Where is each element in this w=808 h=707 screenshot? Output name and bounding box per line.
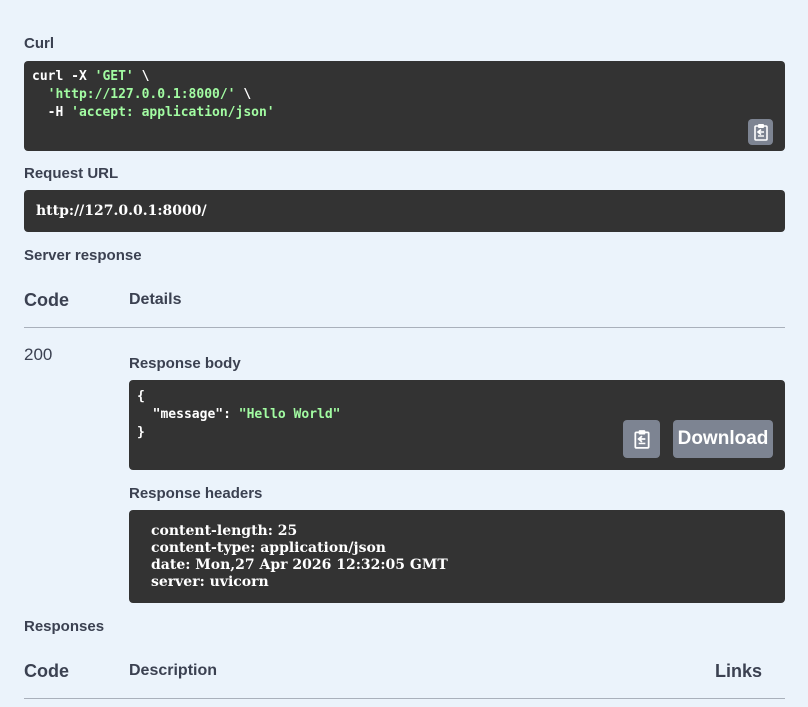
server-code-header: Code (24, 290, 69, 310)
description-header: Description (129, 662, 218, 679)
clipboard-icon (633, 430, 650, 449)
curl-line-2: 'http://127.0.0.1:8000/' \ (47, 87, 252, 102)
response-body-copy-button[interactable] (623, 420, 660, 458)
swagger-response-panel: Curl curl -X 'GET' \ 'http://127.0.0.1:8… (0, 0, 808, 707)
details-header: Details (129, 291, 182, 308)
responses-code-header: Code (24, 661, 69, 681)
curl-line-1: curl -X 'GET' \ (32, 69, 150, 84)
responses-label: Responses (24, 618, 105, 635)
curl-code-block: curl -X 'GET' \ 'http://127.0.0.1:8000/'… (24, 61, 785, 151)
clipboard-icon (753, 124, 768, 141)
request-url-value: http://127.0.0.1:8000/ (36, 203, 207, 219)
server-response-label: Server response (24, 247, 142, 264)
header-line: date: Mon,27 Apr 2026 12:32:05 GMT (151, 557, 448, 573)
status-code: 200 (24, 345, 53, 364)
body-line-1: { (137, 389, 145, 404)
curl-label: Curl (24, 35, 54, 52)
response-headers-block: content-length: 25 content-type: applica… (129, 510, 785, 603)
header-line: content-length: 25 (151, 523, 298, 539)
header-line: server: uvicorn (151, 574, 269, 590)
curl-line-3: -H 'accept: application/json' (32, 105, 275, 120)
download-button[interactable]: Download (673, 420, 773, 458)
header-line: content-type: application/json (151, 540, 386, 556)
response-body-label: Response body (129, 355, 241, 372)
responses-divider (24, 698, 785, 699)
request-url-label: Request URL (24, 165, 119, 182)
response-headers-label: Response headers (129, 485, 263, 502)
request-url-block: http://127.0.0.1:8000/ (24, 190, 785, 232)
links-header: Links (715, 661, 763, 681)
server-response-divider (24, 327, 785, 328)
curl-copy-button[interactable] (748, 119, 773, 145)
